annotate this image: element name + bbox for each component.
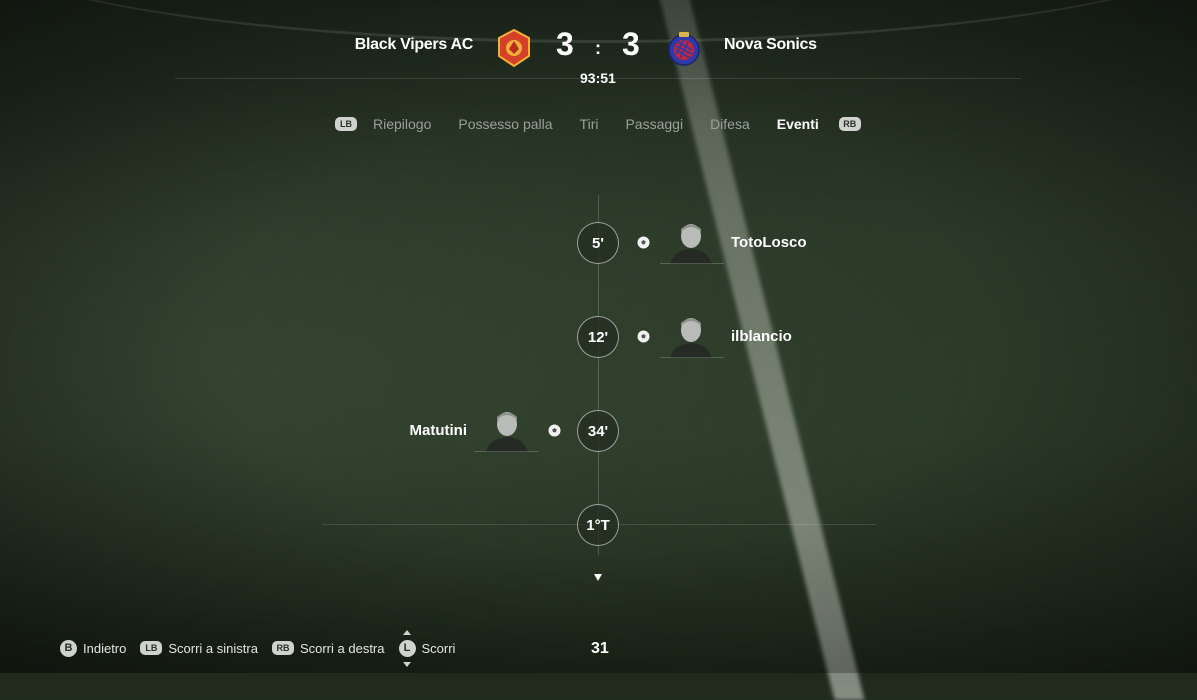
ball-icon [637, 236, 650, 249]
event-player-name: ilblancio [731, 328, 792, 345]
event-minute-badge: 34' [577, 410, 619, 452]
rb-button-icon[interactable]: RB [838, 117, 861, 131]
scroll-hint[interactable]: L Scorri [398, 629, 456, 667]
lb-button-icon[interactable]: LB [335, 117, 357, 131]
home-score: 3 [556, 26, 574, 62]
tab-riepilogo[interactable]: Riepilogo [373, 116, 431, 132]
home-crest-icon [498, 29, 530, 67]
scroll-left-hint[interactable]: LB Scorri a sinistra [140, 641, 258, 656]
match-clock: 93:51 [580, 70, 616, 86]
event-minute-badge: 12' [577, 316, 619, 358]
player-avatar-icon [660, 318, 724, 358]
player-avatar-icon [474, 412, 538, 452]
ball-icon [637, 330, 650, 343]
tab-passaggi[interactable]: Passaggi [625, 116, 683, 132]
away-crest-icon [668, 32, 700, 66]
tab-eventi[interactable]: Eventi [777, 116, 819, 132]
b-button-icon: B [60, 639, 77, 657]
player-avatar-icon [660, 224, 724, 264]
scroll-down-arrow-icon[interactable] [594, 574, 602, 581]
left-stick-icon: L [398, 629, 416, 667]
event-player-name: TotoLosco [731, 234, 807, 251]
away-score: 3 [622, 26, 640, 62]
back-label: Indietro [83, 640, 127, 656]
scroll-right-label: Scorri a destra [299, 640, 385, 656]
scroll-label: Scorri [421, 640, 456, 656]
rb-button-icon: RB [271, 641, 294, 655]
home-team-name: Black Vipers AC [354, 36, 474, 53]
lb-button-icon: LB [140, 641, 163, 655]
event-player-name: Matutini [409, 422, 468, 439]
event-minute-badge: 5' [577, 222, 619, 264]
scroll-left-label: Scorri a sinistra [168, 640, 258, 656]
ball-icon [548, 424, 561, 437]
page-number: 31 [591, 640, 609, 657]
tab-difesa[interactable]: Difesa [710, 116, 750, 132]
tab-tiri[interactable]: Tiri [580, 116, 599, 132]
away-team-name: Nova Sonics [724, 36, 817, 53]
period-marker-badge: 1°T [577, 504, 619, 546]
tab-possesso-palla[interactable]: Possesso palla [458, 116, 552, 132]
scroll-right-hint[interactable]: RB Scorri a destra [271, 640, 385, 656]
stats-tab-bar: LB Riepilogo Possesso palla Tiri Passagg… [335, 114, 861, 134]
button-hints: B Indietro LB Scorri a sinistra RB Scorr… [60, 629, 469, 667]
back-hint[interactable]: B Indietro [60, 639, 127, 657]
score-separator: : [595, 38, 601, 58]
